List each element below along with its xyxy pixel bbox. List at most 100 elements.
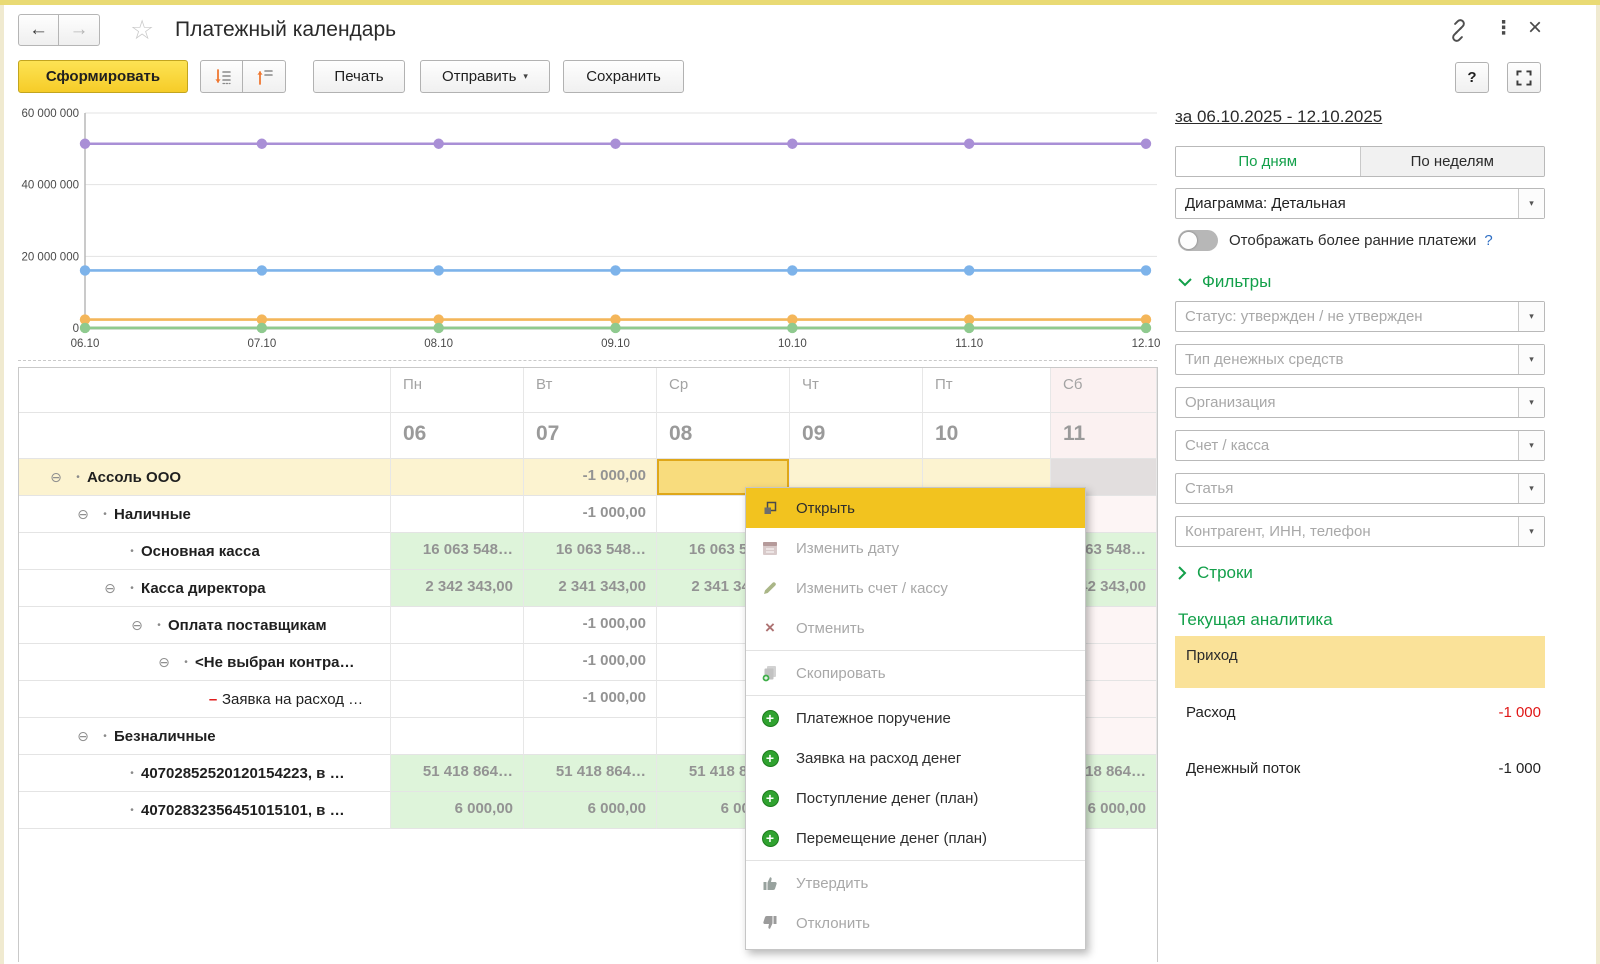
- row-label[interactable]: ⊖ • Ассоль ООО: [19, 459, 391, 496]
- chart-point[interactable]: [787, 138, 798, 149]
- menu-item[interactable]: Изменить дату: [746, 528, 1085, 568]
- chart-point[interactable]: [1140, 138, 1152, 149]
- fullscreen-button[interactable]: [1507, 62, 1541, 93]
- send-button[interactable]: Отправить ▾: [420, 60, 550, 93]
- rows-section-header[interactable]: Строки: [1178, 563, 1253, 583]
- analytics-cashflow-row[interactable]: Денежный поток -1 000: [1175, 760, 1545, 777]
- chart-point[interactable]: [1140, 322, 1152, 334]
- close-icon[interactable]: ×: [1528, 14, 1542, 42]
- filter-dropdown-icon[interactable]: ▾: [1518, 302, 1544, 331]
- chart-table-splitter[interactable]: [18, 360, 1157, 361]
- table-cell[interactable]: [391, 607, 524, 644]
- chart-point[interactable]: [963, 138, 975, 149]
- collapse-icon[interactable]: ⊖: [70, 506, 96, 523]
- row-label[interactable]: • 40702832356451015101, в …: [19, 792, 391, 829]
- chart-point[interactable]: [79, 138, 91, 149]
- menu-item[interactable]: + Перемещение денег (план): [746, 818, 1085, 858]
- filter-input[interactable]: Статья ▾: [1175, 473, 1545, 504]
- column-date-10[interactable]: 10: [923, 413, 1051, 459]
- save-button[interactable]: Сохранить: [563, 60, 684, 93]
- menu-item[interactable]: Скопировать: [746, 653, 1085, 693]
- collapse-icon[interactable]: ⊖: [151, 654, 177, 671]
- filter-input[interactable]: Статус: утвержден / не утвержден ▾: [1175, 301, 1545, 332]
- chart-point[interactable]: [79, 265, 91, 276]
- chart-point[interactable]: [610, 138, 621, 149]
- filters-section-header[interactable]: Фильтры: [1178, 272, 1271, 292]
- collapse-icon[interactable]: ⊖: [70, 728, 96, 745]
- chart-point[interactable]: [79, 322, 91, 334]
- diagram-select[interactable]: Диаграмма: Детальная ▾: [1175, 188, 1545, 219]
- chart-point[interactable]: [787, 265, 798, 276]
- period-link[interactable]: за 06.10.2025 - 12.10.2025: [1175, 107, 1545, 127]
- analytics-income-row[interactable]: Приход: [1175, 636, 1545, 688]
- chart-point[interactable]: [787, 322, 798, 334]
- table-cell[interactable]: 2 341 343,00: [524, 570, 657, 607]
- table-cell[interactable]: [524, 718, 657, 755]
- table-cell[interactable]: 51 418 864…: [524, 755, 657, 792]
- get-link-icon[interactable]: [1446, 18, 1471, 48]
- menu-item[interactable]: Изменить счет / кассу: [746, 568, 1085, 608]
- row-label[interactable]: ⊖ • <Не выбран контра…: [19, 644, 391, 681]
- sort-asc-icon[interactable]: [243, 60, 286, 93]
- collapse-icon[interactable]: ⊖: [124, 617, 150, 634]
- menu-item[interactable]: Открыть: [746, 488, 1085, 528]
- sort-desc-icon[interactable]: [200, 60, 243, 93]
- earlier-payments-toggle[interactable]: [1178, 230, 1218, 251]
- chart-point[interactable]: [610, 265, 621, 276]
- more-menu-icon[interactable]: ⋮: [1494, 17, 1513, 40]
- collapse-icon[interactable]: ⊖: [97, 580, 123, 597]
- filter-dropdown-icon[interactable]: ▾: [1518, 388, 1544, 417]
- table-cell[interactable]: 6 000,00: [524, 792, 657, 829]
- menu-item[interactable]: Утвердить: [746, 863, 1085, 903]
- table-cell[interactable]: -1 000,00: [524, 607, 657, 644]
- table-cell[interactable]: 51 418 864…: [391, 755, 524, 792]
- row-label[interactable]: ⊖ • Наличные: [19, 496, 391, 533]
- column-header-Ср[interactable]: Ср: [657, 368, 790, 413]
- table-cell[interactable]: -1 000,00: [524, 459, 657, 496]
- table-cell[interactable]: 2 342 343,00: [391, 570, 524, 607]
- chart-point[interactable]: [256, 265, 268, 276]
- chart-point[interactable]: [1140, 265, 1152, 276]
- filter-dropdown-icon[interactable]: ▾: [1518, 431, 1544, 460]
- chart-point[interactable]: [433, 322, 444, 334]
- filter-dropdown-icon[interactable]: ▾: [1518, 517, 1544, 546]
- column-date-09[interactable]: 09: [790, 413, 923, 459]
- row-label[interactable]: ⊖ • Касса директора: [19, 570, 391, 607]
- row-label[interactable]: • 40702852520120154223, в …: [19, 755, 391, 792]
- column-header-Пн[interactable]: Пн: [391, 368, 524, 413]
- row-label[interactable]: • Основная касса: [19, 533, 391, 570]
- favorite-star-icon[interactable]: ☆: [130, 15, 154, 45]
- filter-input[interactable]: Тип денежных средств ▾: [1175, 344, 1545, 375]
- chart-point[interactable]: [433, 265, 444, 276]
- column-date-06[interactable]: 06: [391, 413, 524, 459]
- column-header-Сб[interactable]: Сб: [1051, 368, 1157, 413]
- filter-input[interactable]: Контрагент, ИНН, телефон ▾: [1175, 516, 1545, 547]
- filter-dropdown-icon[interactable]: ▾: [1518, 474, 1544, 503]
- chart-point[interactable]: [610, 322, 621, 334]
- filter-input[interactable]: Организация ▾: [1175, 387, 1545, 418]
- forward-button[interactable]: →: [59, 14, 100, 46]
- back-button[interactable]: ←: [18, 14, 59, 46]
- row-label[interactable]: ⊖ • Безналичные: [19, 718, 391, 755]
- table-cell[interactable]: 6 000,00: [391, 792, 524, 829]
- menu-item[interactable]: + Заявка на расход денег: [746, 738, 1085, 778]
- chart-point[interactable]: [963, 322, 975, 334]
- table-cell[interactable]: [391, 681, 524, 718]
- chart-point[interactable]: [963, 265, 975, 276]
- table-cell[interactable]: -1 000,00: [524, 496, 657, 533]
- table-cell[interactable]: [391, 459, 524, 496]
- table-cell[interactable]: -1 000,00: [524, 644, 657, 681]
- table-cell[interactable]: -1 000,00: [524, 681, 657, 718]
- filter-dropdown-icon[interactable]: ▾: [1518, 345, 1544, 374]
- column-date-08[interactable]: 08: [657, 413, 790, 459]
- analytics-expense-row[interactable]: Расход -1 000: [1175, 704, 1545, 721]
- menu-item[interactable]: × Отменить: [746, 608, 1085, 648]
- generate-button[interactable]: Сформировать: [18, 60, 188, 93]
- row-label[interactable]: – Заявка на расход …: [19, 681, 391, 718]
- table-cell[interactable]: 16 063 548…: [524, 533, 657, 570]
- column-header-Чт[interactable]: Чт: [790, 368, 923, 413]
- table-cell[interactable]: [391, 644, 524, 681]
- table-cell[interactable]: [391, 496, 524, 533]
- chart-point[interactable]: [256, 322, 268, 334]
- column-date-11[interactable]: 11: [1051, 413, 1157, 459]
